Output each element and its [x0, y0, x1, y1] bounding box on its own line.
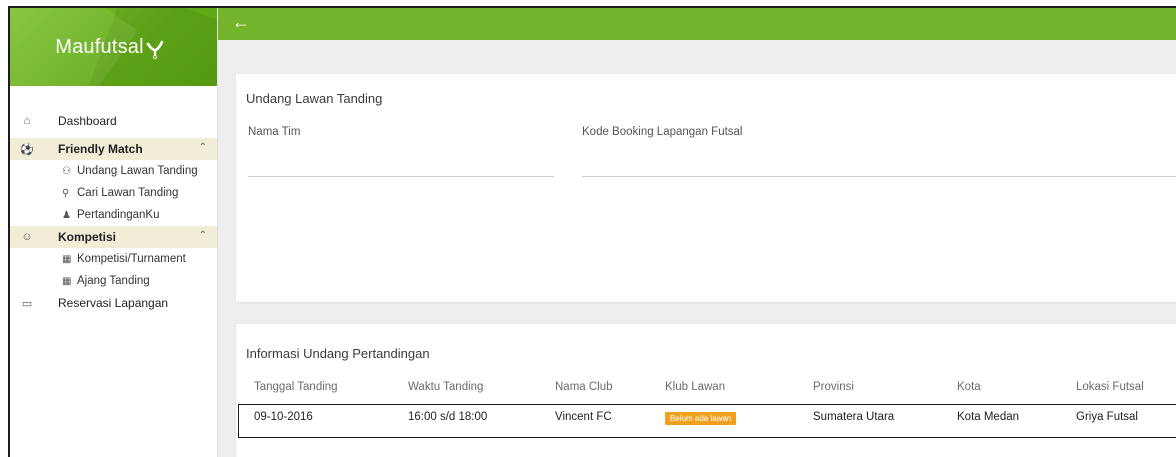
column-header: Provinsi	[813, 381, 854, 393]
sidebar-section-friendly-match[interactable]: ⚽ Friendly Match ⌃	[10, 138, 217, 160]
sidebar-item-label: Reservasi Lapangan	[58, 296, 169, 310]
brand-name: Maufutsal	[55, 35, 144, 58]
group-icon: ☺	[21, 231, 33, 243]
sidebar-item-label: Dashboard	[58, 114, 117, 128]
column-header: Kota	[957, 381, 981, 393]
booking-code-label: Kode Booking Lapangan Futsal	[582, 126, 743, 138]
soccer-ball-icon: ⚽	[20, 143, 34, 156]
table-cell: Sumatera Utara	[813, 411, 895, 423]
column-header: Lokasi Futsal	[1076, 381, 1144, 393]
calendar-icon: ▦	[62, 275, 72, 287]
sidebar-item-undang-lawan[interactable]: ⚇ Undang Lawan Tanding	[10, 160, 217, 182]
sidebar: Maufutsal ⌂ Dashboard ⚽ Friendly Match ⌃…	[10, 8, 218, 457]
sidebar-section-label: Kompetisi	[58, 230, 117, 244]
table-cell: Griya Futsal	[1076, 411, 1138, 423]
column-header: Nama Club	[555, 381, 613, 393]
user-icon: ♟	[62, 209, 71, 221]
table-cell: 09-10-2016	[254, 411, 313, 423]
top-bar: ←	[218, 8, 1176, 40]
sidebar-item-cari-lawan[interactable]: ⚲ Cari Lawan Tanding	[10, 182, 217, 204]
app-frame: Maufutsal ⌂ Dashboard ⚽ Friendly Match ⌃…	[8, 6, 1176, 457]
chevron-up-icon: ⌃	[198, 230, 207, 241]
monitor-icon: ▭	[21, 297, 33, 310]
sidebar-menu: ⌂ Dashboard ⚽ Friendly Match ⌃ ⚇ Undang …	[10, 86, 217, 314]
table-cell: 16:00 s/d 18:00	[408, 411, 488, 423]
sidebar-item-reservasi[interactable]: ▭ Reservasi Lapangan	[10, 292, 217, 314]
futsal-player-icon	[146, 40, 164, 60]
card-title: Undang Lawan Tanding	[246, 91, 383, 106]
arrow-left-icon[interactable]: ←	[232, 12, 250, 32]
search-icon: ⚲	[62, 187, 70, 199]
sidebar-section-kompetisi[interactable]: ☺ Kompetisi ⌃	[10, 226, 217, 248]
team-name-label: Nama Tim	[248, 126, 301, 138]
sidebar-item-label: PertandinganKu	[77, 209, 160, 221]
invite-form-card: Undang Lawan Tanding Nama Tim Kode Booki…	[236, 74, 1176, 302]
invitation-info-card: Informasi Undang Pertandingan Tanggal Ta…	[236, 324, 1176, 457]
brand-logo[interactable]: Maufutsal	[55, 35, 164, 60]
column-header: Klub Lawan	[665, 381, 726, 393]
sidebar-item-label: Ajang Tanding	[77, 275, 150, 287]
column-header: Waktu Tanding	[408, 381, 484, 393]
sidebar-item-pertandinganku[interactable]: ♟ PertandinganKu	[10, 204, 217, 226]
add-user-icon: ⚇	[62, 165, 71, 177]
team-name-input[interactable]	[248, 176, 554, 177]
sidebar-item-label: Kompetisi/Turnament	[77, 253, 186, 265]
sidebar-item-label: Undang Lawan Tanding	[77, 165, 198, 177]
home-icon: ⌂	[23, 115, 31, 127]
card-title: Informasi Undang Pertandingan	[246, 346, 430, 361]
brand-header[interactable]: Maufutsal	[10, 8, 217, 86]
sidebar-item-dashboard[interactable]: ⌂ Dashboard	[10, 110, 217, 132]
table-cell: Kota Medan	[957, 411, 1020, 423]
sidebar-item-kompetisi-turnament[interactable]: ▦ Kompetisi/Turnament	[10, 248, 217, 270]
sidebar-section-label: Friendly Match	[58, 142, 143, 156]
status-badge: Belum ada lawan	[665, 412, 737, 425]
booking-code-input[interactable]	[582, 176, 1176, 177]
sidebar-item-ajang-tanding[interactable]: ▦ Ajang Tanding	[10, 270, 217, 292]
sidebar-item-label: Cari Lawan Tanding	[77, 187, 179, 199]
calendar-icon: ▦	[62, 253, 72, 265]
column-header: Tanggal Tanding	[254, 381, 338, 393]
chevron-up-icon: ⌃	[198, 142, 207, 153]
table-cell: Vincent FC	[555, 411, 612, 423]
